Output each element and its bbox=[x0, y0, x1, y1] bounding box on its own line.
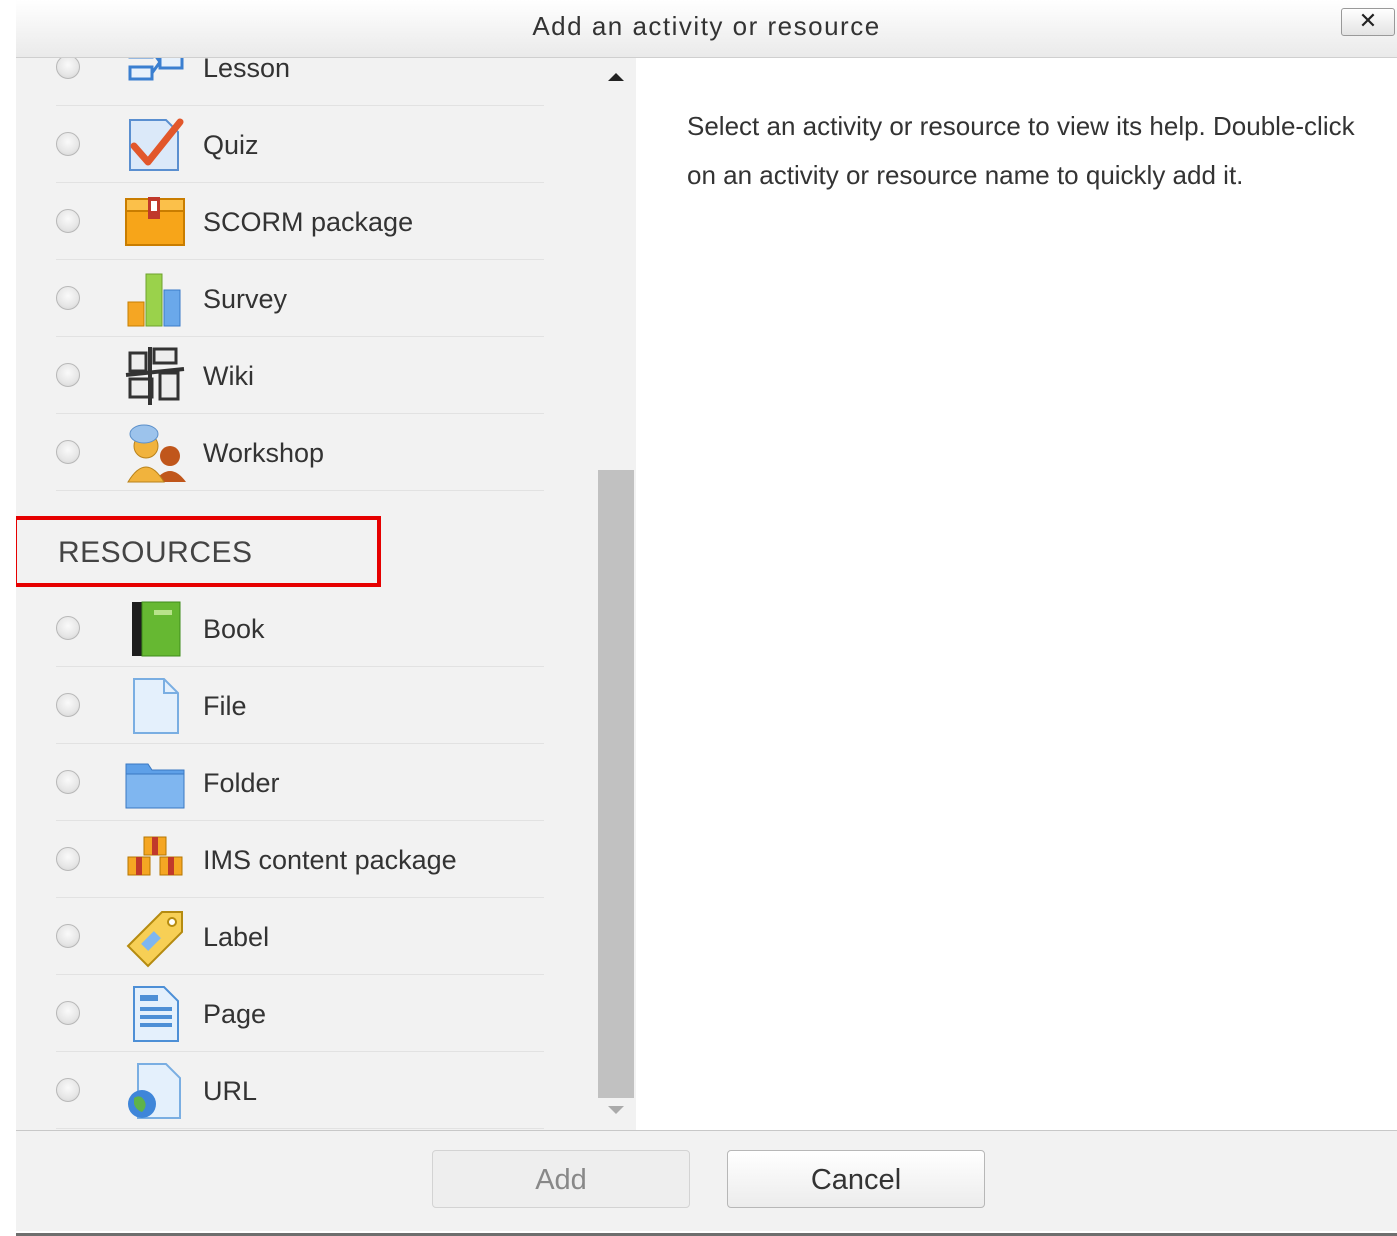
radio-ims[interactable] bbox=[56, 847, 80, 871]
survey-icon bbox=[127, 273, 181, 327]
item-label: File bbox=[203, 691, 247, 721]
radio-survey[interactable] bbox=[56, 286, 80, 310]
radio-file[interactable] bbox=[56, 693, 80, 717]
radio-label[interactable] bbox=[56, 924, 80, 948]
page-icon bbox=[133, 986, 179, 1042]
item-label: Wiki bbox=[203, 361, 254, 391]
item-label: URL bbox=[203, 1076, 258, 1106]
item-label: Book bbox=[203, 614, 265, 644]
scorm-package-icon bbox=[125, 197, 185, 246]
ims-content-package-icon bbox=[127, 836, 183, 876]
radio-url[interactable] bbox=[56, 1078, 80, 1102]
list-item-folder[interactable]: Folder bbox=[56, 743, 544, 821]
radio-workshop[interactable] bbox=[56, 440, 80, 464]
radio-book[interactable] bbox=[56, 616, 80, 640]
item-label: Quiz bbox=[203, 130, 259, 160]
item-label: Page bbox=[203, 999, 267, 1029]
list-scrollbar[interactable] bbox=[598, 58, 636, 1130]
item-label: Label bbox=[203, 922, 270, 952]
list-item-file[interactable]: File bbox=[56, 666, 544, 744]
dialog-title: Add an activity or resource bbox=[532, 11, 881, 41]
close-button[interactable]: ✕ bbox=[1341, 8, 1395, 36]
list-item-label[interactable]: Label bbox=[56, 897, 544, 975]
list-item-book[interactable]: Book bbox=[56, 589, 544, 667]
quiz-icon bbox=[129, 118, 184, 171]
scroll-down-arrow-icon[interactable] bbox=[608, 1106, 624, 1114]
radio-quiz[interactable] bbox=[56, 132, 80, 156]
add-button[interactable]: Add bbox=[432, 1150, 690, 1208]
list-item-quiz[interactable]: Quiz bbox=[56, 105, 544, 183]
close-icon: ✕ bbox=[1358, 8, 1378, 33]
item-label: SCORM package bbox=[203, 207, 414, 237]
file-icon bbox=[133, 678, 179, 734]
list-item-ims[interactable]: IMS content package bbox=[56, 820, 544, 898]
help-text: Select an activity or resource to view i… bbox=[687, 111, 1355, 190]
item-label: IMS content package bbox=[203, 845, 457, 875]
dialog-titlebar: Add an activity or resource ✕ bbox=[16, 0, 1397, 58]
radio-page[interactable] bbox=[56, 1001, 80, 1025]
add-activity-dialog: Add an activity or resource ✕ Lesson Qui… bbox=[16, 0, 1397, 1236]
item-label: Folder bbox=[203, 768, 280, 798]
label-icon bbox=[126, 911, 183, 968]
list-item-survey[interactable]: Survey bbox=[56, 259, 544, 337]
workshop-icon bbox=[127, 424, 186, 483]
lesson-icon bbox=[128, 58, 184, 81]
radio-lesson[interactable] bbox=[56, 58, 80, 79]
help-panel: Select an activity or resource to view i… bbox=[638, 58, 1397, 1130]
scroll-up-arrow-icon[interactable] bbox=[608, 73, 624, 81]
dialog-footer: Add Cancel bbox=[16, 1130, 1397, 1231]
book-icon bbox=[132, 601, 181, 657]
item-label: Workshop bbox=[203, 438, 325, 468]
list-item-workshop[interactable]: Workshop bbox=[56, 413, 544, 491]
highlight-box bbox=[16, 516, 381, 587]
folder-icon bbox=[125, 763, 185, 809]
list-item-page[interactable]: Page bbox=[56, 974, 544, 1052]
item-label: Lesson bbox=[203, 58, 291, 83]
url-icon bbox=[128, 1063, 181, 1119]
list-item-lesson[interactable]: Lesson bbox=[56, 58, 544, 106]
radio-scorm[interactable] bbox=[56, 209, 80, 233]
scroll-thumb[interactable] bbox=[598, 470, 634, 1098]
list-item-scorm[interactable]: SCORM package bbox=[56, 182, 544, 260]
module-list: Lesson Quiz SCORM package Survey Wiki Wo… bbox=[16, 58, 598, 1130]
cancel-button[interactable]: Cancel bbox=[727, 1150, 985, 1208]
list-item-wiki[interactable]: Wiki bbox=[56, 336, 544, 414]
item-label: Survey bbox=[203, 284, 288, 314]
radio-wiki[interactable] bbox=[56, 363, 80, 387]
radio-folder[interactable] bbox=[56, 770, 80, 794]
list-item-url[interactable]: URL bbox=[56, 1051, 544, 1129]
wiki-icon bbox=[125, 347, 185, 405]
